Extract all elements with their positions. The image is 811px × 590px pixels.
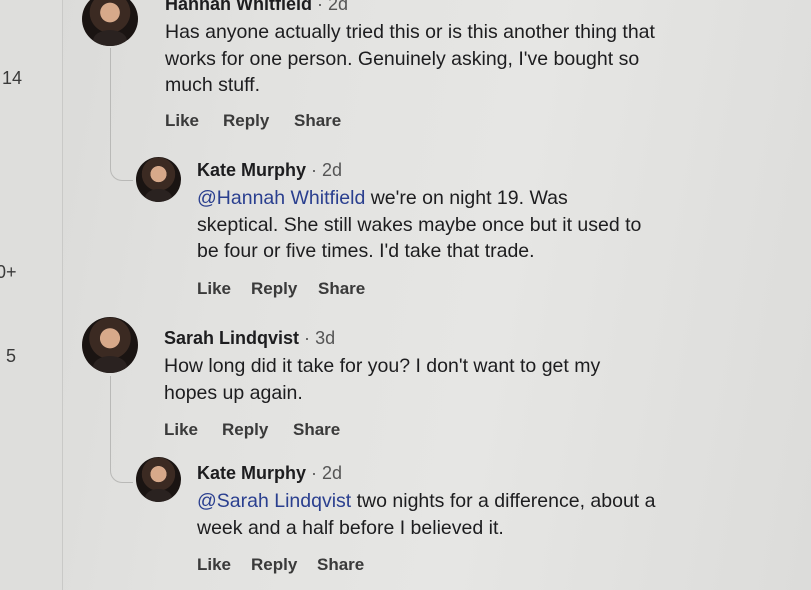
share-button[interactable]: Share	[318, 279, 365, 299]
share-button[interactable]: Share	[294, 111, 341, 131]
separator-dot: ·	[311, 160, 318, 180]
share-button[interactable]: Share	[293, 420, 340, 440]
comment-text: Has anyone actually tried this or is thi…	[165, 21, 655, 96]
timestamp[interactable]: 2d	[322, 463, 342, 483]
left-rail: 14 0+ 5	[0, 0, 63, 590]
like-button[interactable]: Like	[165, 111, 223, 131]
reply-button[interactable]: Reply	[222, 420, 293, 440]
comment-actions: Like Reply Share	[165, 111, 685, 131]
comment-text: How long did it take for you? I don't wa…	[164, 355, 601, 404]
avatar[interactable]	[82, 0, 138, 46]
comment-header: Kate Murphy · 2d	[197, 463, 697, 484]
timestamp[interactable]: 2d	[328, 0, 348, 14]
reply-button[interactable]: Reply	[223, 111, 294, 131]
rail-count: 14	[2, 68, 23, 88]
comment-header: Sarah Lindqvist · 3d	[164, 328, 684, 349]
avatar[interactable]	[82, 317, 138, 373]
rail-count: 5	[6, 346, 17, 366]
user-mention[interactable]: @Sarah Lindqvist	[197, 490, 351, 512]
thread-connector	[110, 376, 133, 483]
reply-comment: Kate Murphy · 2d @Hannah Whitfield we're…	[197, 160, 677, 299]
comment-actions: Like Reply Share	[164, 420, 684, 440]
separator-dot: ·	[317, 0, 324, 14]
comment-text: @Sarah Lindqvist two nights for a differ…	[197, 488, 677, 541]
like-button[interactable]: Like	[164, 420, 222, 440]
user-mention[interactable]: @Hannah Whitfield	[197, 187, 365, 209]
reply-comment: Kate Murphy · 2d @Sarah Lindqvist two ni…	[197, 463, 697, 575]
comment: Hannah Whitfield · 2d Has anyone actuall…	[165, 0, 685, 131]
comment-text: @Hannah Whitfield we're on night 19. Was…	[197, 185, 647, 265]
author-name[interactable]: Kate Murphy	[197, 160, 306, 180]
comment-actions: Like Reply Share	[197, 279, 677, 299]
like-button[interactable]: Like	[197, 555, 251, 575]
comment-header: Hannah Whitfield · 2d	[165, 0, 685, 15]
timestamp[interactable]: 3d	[315, 328, 335, 348]
avatar[interactable]	[136, 157, 181, 202]
author-name[interactable]: Hannah Whitfield	[165, 0, 312, 14]
rail-count: 0+	[0, 262, 17, 282]
separator-dot: ·	[311, 463, 318, 483]
timestamp[interactable]: 2d	[322, 160, 342, 180]
thread-connector	[110, 48, 133, 181]
comment-header: Kate Murphy · 2d	[197, 160, 677, 181]
like-button[interactable]: Like	[197, 279, 251, 299]
share-button[interactable]: Share	[317, 555, 364, 575]
author-name[interactable]: Sarah Lindqvist	[164, 328, 299, 348]
reply-button[interactable]: Reply	[251, 279, 318, 299]
comment: Sarah Lindqvist · 3d How long did it tak…	[164, 328, 684, 440]
author-name[interactable]: Kate Murphy	[197, 463, 306, 483]
separator-dot: ·	[304, 328, 311, 348]
comment-actions: Like Reply Share	[197, 555, 697, 575]
avatar[interactable]	[136, 457, 181, 502]
reply-button[interactable]: Reply	[251, 555, 317, 575]
